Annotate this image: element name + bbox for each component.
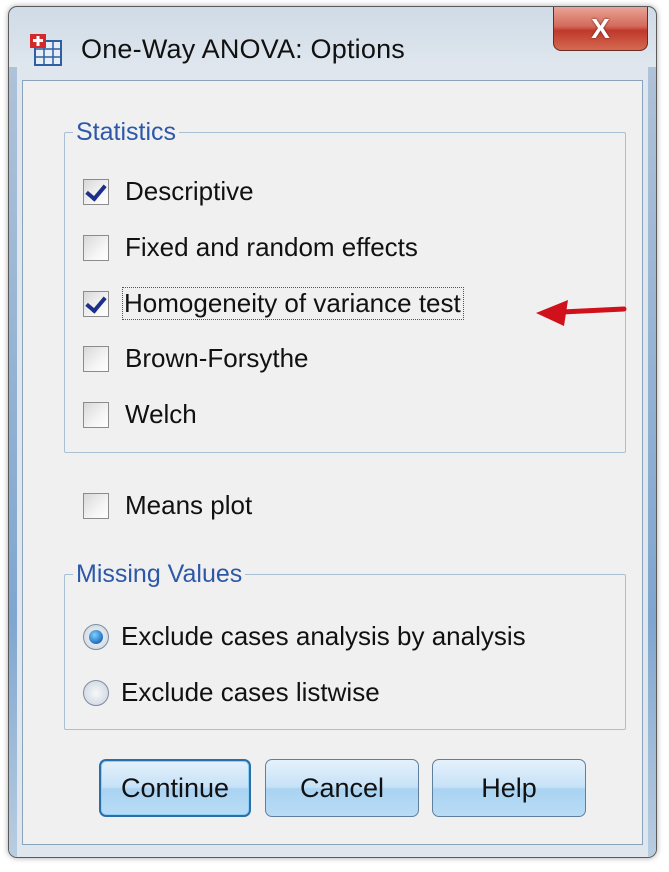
- checkbox-row-descriptive[interactable]: Descriptive: [83, 176, 254, 207]
- checkbox-row-welch[interactable]: Welch: [83, 399, 197, 430]
- title-bar[interactable]: One-Way ANOVA: Options X: [9, 7, 656, 79]
- options-dialog: One-Way ANOVA: Options X Statistics Desc…: [8, 6, 657, 858]
- window-title: One-Way ANOVA: Options: [81, 34, 406, 64]
- brown-forsythe-checkbox[interactable]: [83, 345, 109, 372]
- welch-checkbox[interactable]: [83, 401, 109, 428]
- checkbox-row-brown-forsythe[interactable]: Brown-Forsythe: [83, 343, 309, 374]
- missing-values-legend: Missing Values: [76, 560, 243, 588]
- continue-button[interactable]: Continue: [99, 759, 251, 817]
- means-plot-label: Means plot: [125, 490, 253, 520]
- help-button[interactable]: Help: [432, 759, 586, 817]
- spss-table-icon: [30, 34, 62, 66]
- brown-forsythe-label: Brown-Forsythe: [125, 343, 309, 373]
- dialog-body: Statistics Descriptive Fixed and random …: [22, 80, 643, 845]
- exclude-listwise-radio[interactable]: [83, 679, 109, 706]
- cancel-button[interactable]: Cancel: [265, 759, 419, 817]
- descriptive-label: Descriptive: [125, 176, 254, 206]
- checkbox-row-homogeneity[interactable]: Homogeneity of variance test: [83, 287, 464, 320]
- welch-label: Welch: [125, 399, 197, 429]
- exclude-listwise-label: Exclude cases listwise: [121, 677, 380, 707]
- fixed-random-effects-label: Fixed and random effects: [125, 232, 418, 262]
- means-plot-checkbox[interactable]: [83, 492, 109, 519]
- homogeneity-label: Homogeneity of variance test: [122, 287, 464, 320]
- close-icon: X: [591, 12, 610, 44]
- exclude-analysis-radio[interactable]: [83, 623, 109, 650]
- red-arrow-annotation-icon: [536, 300, 627, 326]
- checkbox-row-means-plot[interactable]: Means plot: [83, 490, 252, 521]
- homogeneity-checkbox[interactable]: [83, 290, 109, 317]
- radio-row-listwise[interactable]: Exclude cases listwise: [83, 677, 380, 708]
- fixed-random-effects-checkbox[interactable]: [83, 234, 109, 261]
- statistics-legend: Statistics: [76, 118, 177, 146]
- descriptive-checkbox[interactable]: [83, 178, 109, 205]
- exclude-analysis-label: Exclude cases analysis by analysis: [121, 621, 526, 651]
- close-button[interactable]: X: [553, 7, 648, 51]
- checkbox-row-fixed-random[interactable]: Fixed and random effects: [83, 232, 418, 263]
- radio-row-analysis-by-analysis[interactable]: Exclude cases analysis by analysis: [83, 621, 526, 652]
